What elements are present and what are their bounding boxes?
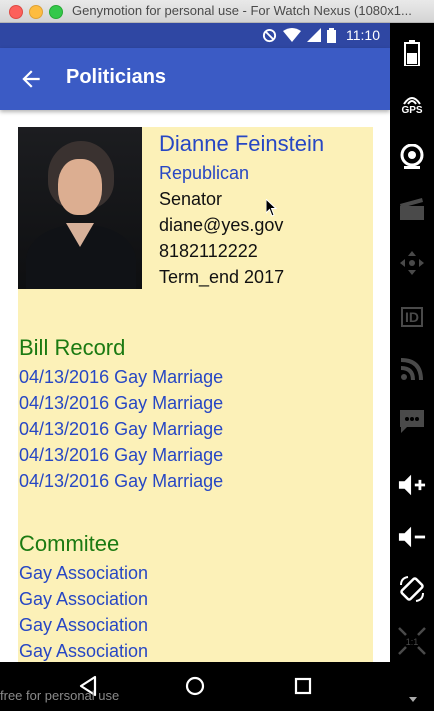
device-screen: 11:10 Politicians Dianne Feinstein Repub… — [0, 23, 390, 711]
bill-record-item[interactable]: 04/13/2016 Gay Marriage — [19, 367, 223, 388]
app-bar: Politicians — [0, 48, 390, 110]
rotate-screen-icon[interactable] — [398, 575, 426, 603]
gps-control-icon[interactable]: GPS — [398, 91, 426, 119]
mouse-cursor-icon — [266, 199, 278, 217]
sms-control-icon[interactable] — [398, 407, 426, 435]
politician-phone: 8182112222 — [159, 241, 258, 261]
page-title: Politicians — [66, 66, 167, 88]
committee-item[interactable]: Gay Association — [19, 615, 148, 636]
window-title: Genymotion for personal use - For Watch … — [72, 3, 412, 18]
watermark-text: free for personal use — [0, 688, 120, 703]
dpad-control-icon[interactable] — [398, 249, 426, 277]
camera-control-icon[interactable] — [398, 143, 426, 171]
volume-up-icon[interactable] — [398, 471, 426, 499]
battery-control-icon[interactable] — [398, 39, 426, 67]
committee-heading: Commitee — [19, 531, 120, 556]
volume-down-icon[interactable] — [398, 523, 426, 551]
gps-label: GPS — [401, 104, 423, 116]
scroll-down-indicator[interactable] — [409, 697, 417, 702]
bill-record-item[interactable]: 04/13/2016 Gay Marriage — [19, 445, 223, 466]
nav-home-icon[interactable] — [183, 674, 207, 698]
politician-position: Senator — [159, 189, 223, 209]
politician-term-end: Term_end 2017 — [159, 267, 285, 287]
bill-record-item[interactable]: 04/13/2016 Gay Marriage — [19, 393, 223, 414]
android-nav-bar — [0, 662, 390, 711]
politician-email: diane@yes.gov — [159, 215, 284, 235]
committee-item[interactable]: Gay Association — [19, 563, 148, 584]
wifi-icon — [283, 28, 301, 42]
committee-item[interactable]: Gay Association — [19, 641, 148, 662]
id-label: ID — [401, 307, 423, 327]
window-title-bar: Genymotion for personal use - For Watch … — [0, 0, 434, 23]
close-window-button[interactable] — [9, 5, 23, 19]
status-bar: 11:10 — [0, 23, 390, 48]
politician-photo — [18, 127, 142, 289]
network-control-icon[interactable] — [398, 355, 426, 383]
video-capture-icon[interactable] — [398, 195, 426, 223]
do-not-disturb-icon — [262, 28, 277, 42]
committee-item[interactable]: Gay Association — [19, 589, 148, 610]
signal-icon — [307, 28, 321, 42]
politician-party[interactable]: Republican — [159, 163, 249, 184]
back-arrow-icon[interactable] — [18, 66, 44, 92]
bill-record-item[interactable]: 04/13/2016 Gay Marriage — [19, 471, 223, 492]
battery-icon — [327, 27, 336, 43]
status-time: 11:10 — [346, 27, 380, 43]
bill-record-heading: Bill Record — [19, 335, 126, 360]
nav-recents-icon[interactable] — [291, 674, 315, 698]
device-id-control-icon[interactable]: ID — [398, 303, 426, 331]
pixel-perfect-scale-icon[interactable]: 1:1 — [398, 627, 426, 655]
politician-name[interactable]: Dianne Feinstein — [159, 131, 324, 157]
minimize-window-button[interactable] — [29, 5, 43, 19]
scale-label: 1:1 — [406, 637, 419, 647]
politician-card: Dianne Feinstein Republican Senator dian… — [18, 127, 373, 667]
zoom-window-button[interactable] — [49, 5, 63, 19]
bill-record-item[interactable]: 04/13/2016 Gay Marriage — [19, 419, 223, 440]
emulator-side-panel: GPS ID 1:1 — [390, 23, 434, 711]
